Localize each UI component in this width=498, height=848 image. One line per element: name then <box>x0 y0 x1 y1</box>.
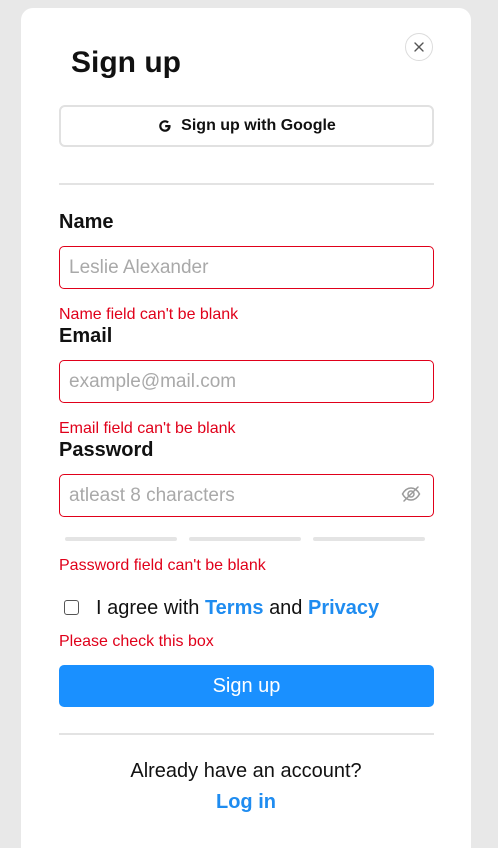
name-error: Name field can't be blank <box>59 306 239 323</box>
close-icon <box>414 42 424 52</box>
signup-button[interactable]: Sign up <box>59 665 434 707</box>
footer-divider <box>59 733 434 735</box>
privacy-link[interactable]: Privacy <box>308 597 379 619</box>
agree-text: I agree with Terms and Privacy <box>96 596 379 620</box>
password-input[interactable] <box>59 474 434 517</box>
terms-link[interactable]: Terms <box>205 597 264 619</box>
email-label: Email <box>59 325 113 347</box>
agree-error: Please check this box <box>59 633 214 650</box>
password-error: Password field can't be blank <box>59 557 266 574</box>
agree-prefix: I agree with <box>96 597 200 619</box>
google-button-label: Sign up with Google <box>181 117 336 134</box>
password-strength-bar-3 <box>313 537 425 541</box>
password-label: Password <box>59 439 154 461</box>
eye-off-icon[interactable] <box>401 486 421 502</box>
divider <box>59 183 434 185</box>
signup-card: Sign up Sign up with Google Name Name fi… <box>21 8 471 848</box>
google-icon <box>159 120 171 132</box>
page-title: Sign up <box>71 46 181 79</box>
email-input[interactable] <box>59 360 434 403</box>
agree-checkbox[interactable] <box>64 600 79 615</box>
agree-and: and <box>269 597 303 619</box>
name-label: Name <box>59 211 114 233</box>
login-link[interactable]: Log in <box>21 790 471 814</box>
close-button[interactable] <box>405 33 433 61</box>
already-account-text: Already have an account? <box>130 760 362 782</box>
email-error: Email field can't be blank <box>59 420 236 437</box>
password-strength-bar-2 <box>189 537 301 541</box>
google-signup-button[interactable]: Sign up with Google <box>59 105 434 147</box>
name-input[interactable] <box>59 246 434 289</box>
password-strength-bar-1 <box>65 537 177 541</box>
